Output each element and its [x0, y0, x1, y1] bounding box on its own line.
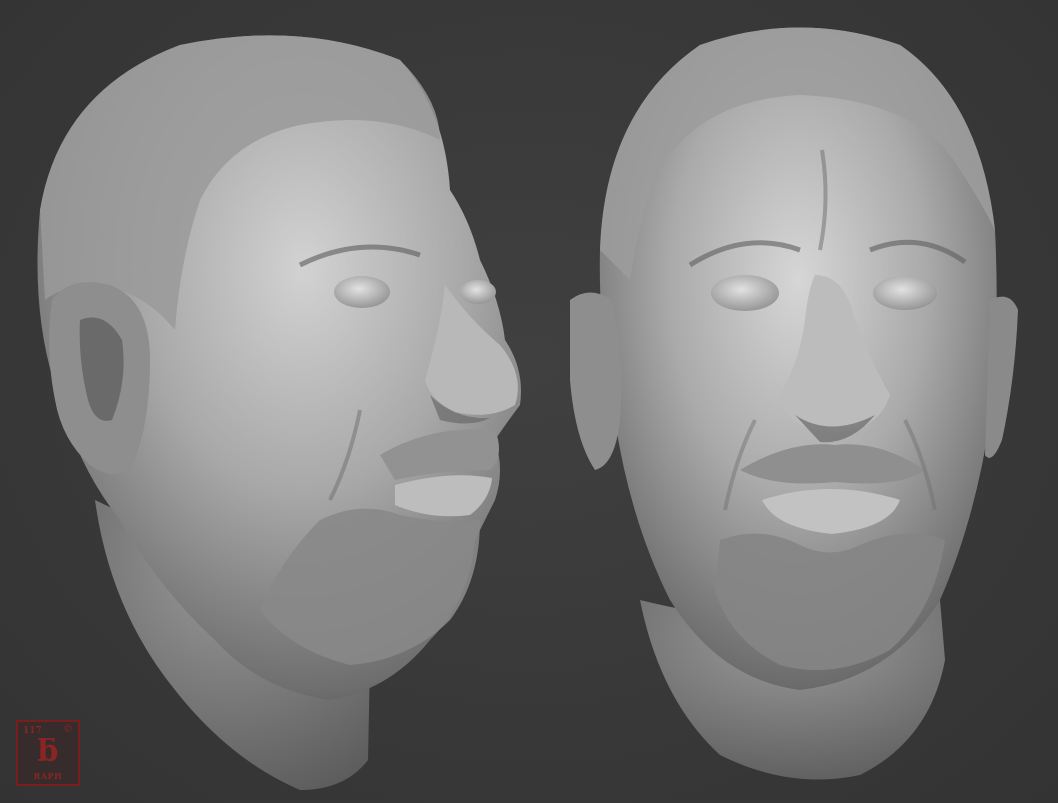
- left-head-sculpt: [37, 35, 521, 790]
- copyright-symbol: ©: [63, 724, 73, 735]
- right-eye-left: [711, 275, 779, 311]
- logo-name: RAPH: [33, 771, 63, 781]
- artist-logo-stamp: 117 © ƃ RAPH: [16, 720, 80, 786]
- left-eye-near: [334, 276, 390, 308]
- render-canvas: 117 © ƃ RAPH: [0, 0, 1058, 803]
- right-eye-right: [873, 276, 937, 310]
- left-eye-far: [460, 280, 496, 304]
- right-ear-left: [570, 292, 622, 470]
- sculpt-render: [37, 27, 1018, 790]
- logo-glyph: ƃ: [37, 734, 59, 769]
- right-head-sculpt: [570, 27, 1018, 780]
- right-ear-right: [985, 296, 1018, 458]
